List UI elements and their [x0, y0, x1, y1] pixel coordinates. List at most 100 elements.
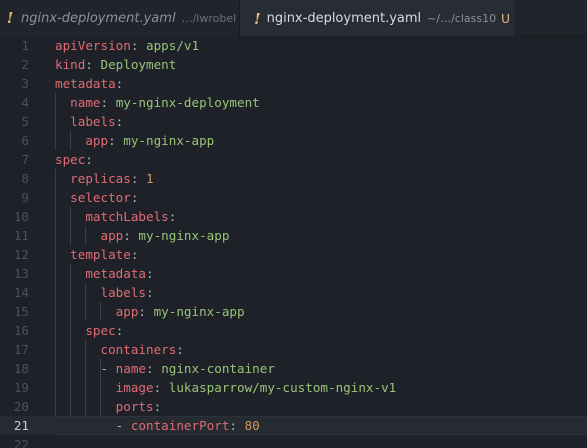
- indent: -: [55, 361, 116, 376]
- code-line[interactable]: 10 matchLabels:: [0, 207, 587, 226]
- yaml-value: Deployment: [100, 57, 177, 72]
- line-number: 16: [13, 323, 29, 338]
- line-number: 3: [21, 76, 29, 91]
- line-code: replicas: 1: [55, 169, 154, 188]
- line-code: labels:: [55, 112, 123, 131]
- line-number: 12: [13, 247, 29, 262]
- line-number: 6: [21, 133, 29, 148]
- line-number: 11: [13, 228, 29, 243]
- yaml-separator: :: [153, 380, 169, 395]
- yaml-key: kind: [55, 57, 86, 72]
- line-number: 5: [21, 114, 29, 129]
- tab-title: nginx-deployment.yaml: [266, 11, 422, 26]
- yaml-separator: :: [146, 266, 154, 281]
- yaml-key: metadata: [55, 76, 116, 91]
- code-line[interactable]: 1 apiVersion: apps/v1: [0, 36, 587, 55]
- tab-bar: ! nginx-deployment.yaml …/lwrobel ! ngin…: [0, 0, 587, 37]
- code-editor[interactable]: 1 apiVersion: apps/v1 2 kind: Deployment 3 me…: [0, 36, 587, 448]
- tab-nginx-deployment-lwrobel[interactable]: ! nginx-deployment.yaml …/lwrobel: [0, 0, 240, 36]
- yaml-key: app: [115, 304, 139, 319]
- yaml-separator: :: [85, 152, 93, 167]
- yaml-value: my-nginx-app: [153, 304, 245, 319]
- line-number: 14: [13, 285, 29, 300]
- line-number: 15: [13, 304, 29, 319]
- code-line[interactable]: 12 template:: [0, 245, 587, 264]
- code-line[interactable]: 22: [0, 435, 587, 448]
- yaml-separator: :: [130, 171, 147, 186]
- line-number: 18: [13, 361, 29, 376]
- yaml-key: matchLabels: [85, 209, 169, 224]
- code-line[interactable]: 7 spec:: [0, 150, 587, 169]
- code-line[interactable]: 20 ports:: [0, 397, 587, 416]
- yaml-separator: :: [130, 38, 146, 53]
- code-line[interactable]: 15 app: my-nginx-app: [0, 302, 587, 321]
- code-line[interactable]: 16 spec:: [0, 321, 587, 340]
- line-code: ports:: [55, 397, 162, 416]
- code-line[interactable]: 9 selector:: [0, 188, 587, 207]
- yaml-warning-icon: !: [6, 9, 14, 27]
- yaml-separator: :: [176, 342, 184, 357]
- line-number: 22: [13, 437, 29, 448]
- yaml-separator: :: [100, 95, 116, 110]
- yaml-separator: :: [229, 418, 245, 433]
- tab-nginx-deployment-class10[interactable]: ! nginx-deployment.yaml ~/…/class10 U ✕: [240, 0, 515, 37]
- yaml-number-value: 80: [244, 418, 260, 433]
- line-code: spec:: [55, 150, 93, 169]
- line-code: app: my-nginx-app: [55, 131, 214, 150]
- line-number: 8: [21, 171, 29, 186]
- code-line[interactable]: 4 name: my-nginx-deployment: [0, 93, 587, 112]
- yaml-key: spec: [55, 152, 86, 167]
- yaml-separator: :: [153, 399, 162, 414]
- yaml-key: labels: [100, 285, 147, 300]
- line-number: 7: [21, 152, 29, 167]
- code-line[interactable]: 11 app: my-nginx-app: [0, 226, 587, 245]
- code-line[interactable]: 18 - name: nginx-container: [0, 359, 587, 378]
- line-code: containers:: [55, 340, 184, 359]
- yaml-value: my-nginx-app: [123, 133, 215, 148]
- code-line[interactable]: 17 containers:: [0, 340, 587, 359]
- line-code: matchLabels:: [55, 207, 176, 226]
- yaml-number-value: 1: [146, 171, 154, 186]
- yaml-value: lukasparrow/my-custom-nginx-v1: [168, 380, 397, 395]
- yaml-separator: :: [146, 361, 162, 376]
- yaml-value: my-nginx-deployment: [115, 95, 260, 110]
- yaml-key: image: [115, 380, 154, 395]
- line-code: image: lukasparrow/my-custom-nginx-v1: [55, 378, 397, 397]
- yaml-key: app: [85, 133, 109, 148]
- line-code: selector:: [55, 188, 138, 207]
- line-code: metadata:: [55, 74, 123, 93]
- yaml-key: app: [100, 228, 124, 243]
- yaml-key: replicas: [70, 171, 131, 186]
- code-line[interactable]: 2 kind: Deployment: [0, 55, 587, 74]
- code-line[interactable]: 3 metadata:: [0, 74, 587, 93]
- code-line[interactable]: 19 image: lukasparrow/my-custom-nginx-v1: [0, 378, 587, 397]
- code-line[interactable]: 6 app: my-nginx-app: [0, 131, 587, 150]
- line-number: 20: [13, 399, 29, 414]
- code-line[interactable]: 8 replicas: 1: [0, 169, 587, 188]
- yaml-key: containerPort: [130, 418, 230, 433]
- yaml-key: name: [115, 361, 147, 376]
- line-code: - containerPort: 80: [55, 416, 260, 435]
- code-line[interactable]: 21 - containerPort: 80: [0, 416, 587, 435]
- line-number: 4: [21, 95, 29, 110]
- line-number: 17: [13, 342, 29, 357]
- line-code: name: my-nginx-deployment: [55, 93, 260, 112]
- code-line[interactable]: 5 labels:: [0, 112, 587, 131]
- line-number: 1: [21, 38, 29, 53]
- code-line[interactable]: 14 labels:: [0, 283, 587, 302]
- yaml-separator: :: [115, 323, 124, 338]
- code-line[interactable]: 13 metadata:: [0, 264, 587, 283]
